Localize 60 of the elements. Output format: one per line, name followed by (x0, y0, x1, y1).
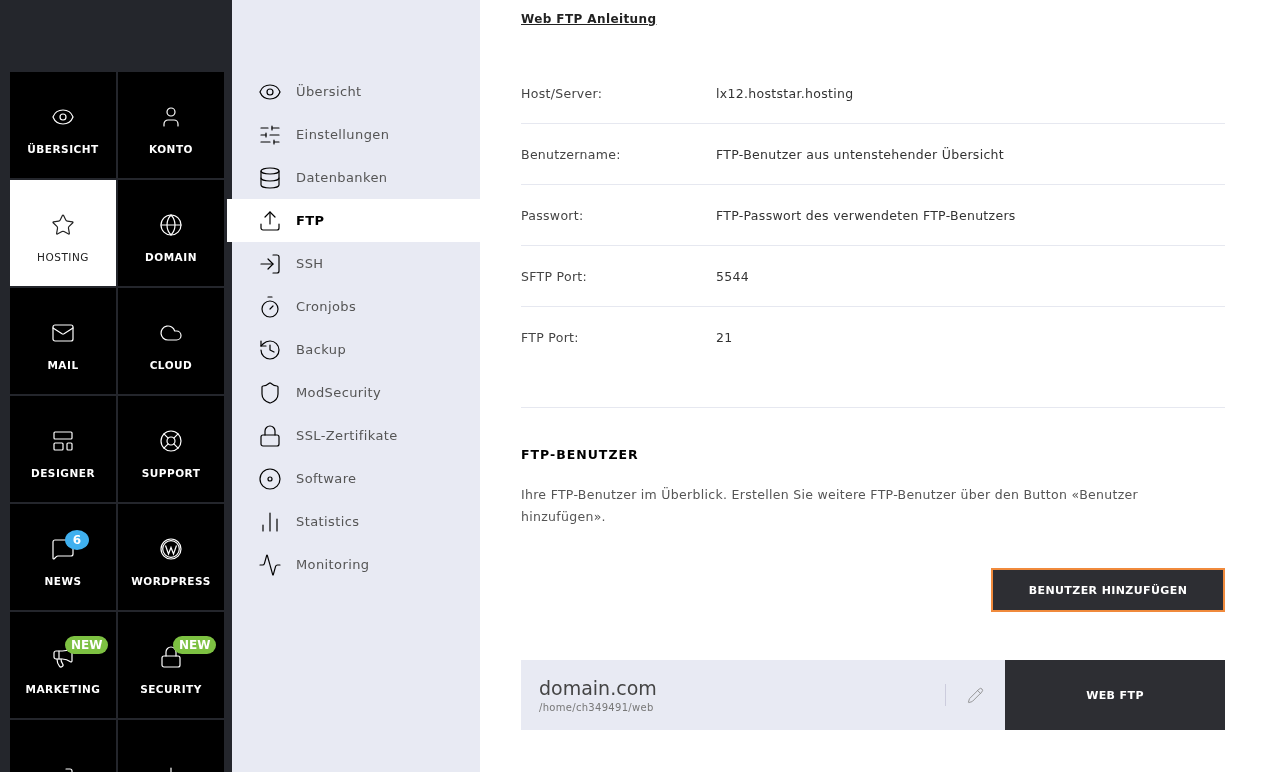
speech-bubble-icon (51, 537, 75, 561)
detail-value: 21 (716, 329, 733, 345)
main-nav-tile[interactable]: DESIGNER (10, 396, 116, 502)
sub-nav-item[interactable]: Backup (232, 328, 480, 371)
detail-label: Benutzername: (521, 146, 622, 162)
pencil-icon (967, 686, 984, 704)
lifebuoy-icon (159, 429, 183, 453)
add-user-button[interactable]: BENUTZER HINZUFÜGEN (991, 568, 1225, 612)
main-nav-tile[interactable]: HOSTING (10, 180, 116, 286)
sub-nav-item[interactable]: Datenbanken (232, 156, 480, 199)
database-icon (258, 165, 282, 190)
main-nav-tile[interactable]: KONTO (118, 72, 224, 178)
disc-icon (258, 466, 282, 491)
detail-label: Host/Server: (521, 85, 604, 101)
sub-nav-item[interactable]: Monitoring (232, 543, 480, 586)
section-description: Ihre FTP-Benutzer im Überblick. Erstellen Sie weitere FTP-Benutzer über den Button «Benutzer hinzufügen». (521, 486, 1139, 526)
detail-label: FTP Port: (521, 329, 580, 345)
account-path: /home/ch349491/web (539, 702, 655, 713)
main-nav-tile[interactable]: 6 NEWS (10, 504, 116, 610)
count-badge: 6 (65, 530, 89, 550)
web-ftp-button[interactable]: WEB FTP (1005, 660, 1225, 730)
new-badge: NEW (173, 636, 217, 654)
sub-nav-item[interactable]: Übersicht (232, 70, 480, 113)
sub-nav-item[interactable]: FTP (227, 199, 480, 242)
account-domain: domain.com (539, 677, 658, 699)
sub-nav-item[interactable]: ModSecurity (232, 371, 480, 414)
main-nav-tile[interactable]: CLOUD (118, 288, 224, 394)
history-icon (258, 337, 282, 362)
main-nav-tile[interactable]: SUPPORT (118, 396, 224, 502)
main-nav-tile[interactable]: NEW SECURITY (118, 612, 224, 718)
sub-nav-item[interactable]: SSH (232, 242, 480, 285)
stopwatch-icon (258, 294, 282, 319)
star-icon (51, 213, 75, 237)
new-badge: NEW (65, 636, 109, 654)
envelope-icon (51, 321, 75, 345)
layout-icon (51, 429, 75, 453)
detail-value: FTP-Passwort des verwendeten FTP-Benutzers (716, 207, 1016, 223)
sub-nav-item[interactable]: Einstellungen (232, 113, 480, 156)
main-nav-tile[interactable]: WORDPRESS (118, 504, 224, 610)
section-title: FTP-BENUTZER (521, 447, 640, 462)
detail-label: Passwort: (521, 207, 585, 223)
guide-link[interactable]: Web FTP Anleitung (521, 12, 657, 26)
detail-value: lx12.hoststar.hosting (716, 85, 854, 101)
detail-value: FTP-Benutzer aus untenstehender Übersicht (716, 146, 1004, 162)
pulse-icon (258, 552, 282, 577)
sub-nav-item[interactable]: Cronjobs (232, 285, 480, 328)
padlock-icon (258, 423, 282, 448)
detail-label: SFTP Port: (521, 268, 589, 284)
sub-nav-item[interactable]: Software (232, 457, 480, 500)
shield-icon (258, 380, 282, 405)
globe-icon (159, 213, 183, 237)
sub-nav-item[interactable]: SSL-Zertifikate (232, 414, 480, 457)
detail-value: 5544 (716, 268, 749, 284)
main-nav-tile[interactable]: MAIL (10, 288, 116, 394)
main-nav-tile[interactable]: DOMAIN (118, 180, 224, 286)
sub-nav-item[interactable]: Statistics (232, 500, 480, 543)
main-nav-tile[interactable]: NEW MARKETING (10, 612, 116, 718)
main-nav-tile[interactable]: ÜBERSICHT (10, 72, 116, 178)
sign-in-icon (258, 251, 282, 276)
wordpress-icon (159, 537, 183, 561)
